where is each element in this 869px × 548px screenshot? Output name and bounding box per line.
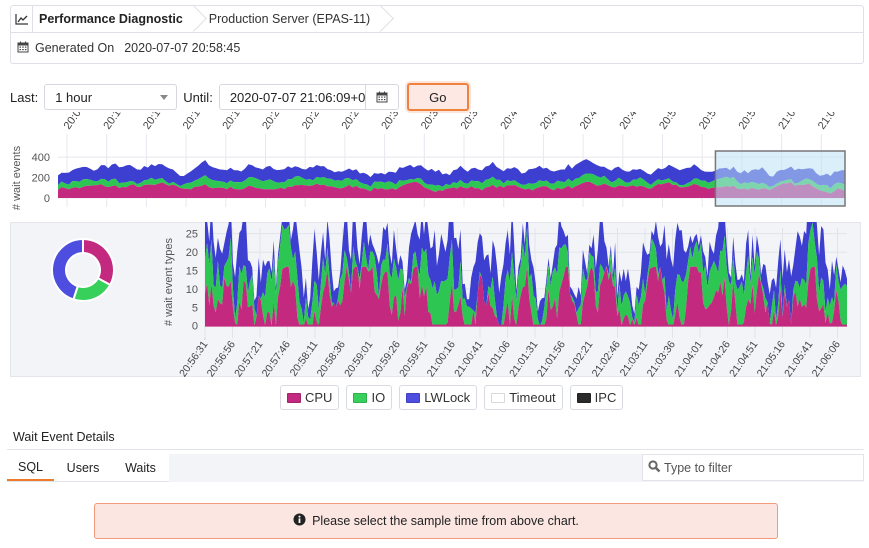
- breadcrumb-item-performance-diagnostic[interactable]: Performance Diagnostic: [33, 6, 197, 32]
- y-tick-label: 10: [186, 284, 198, 296]
- x-tick-label: 20:10: [101, 112, 127, 132]
- x-tick-label: 20:07: [62, 112, 88, 132]
- y-tick-label: 200: [32, 173, 50, 185]
- line-chart-icon: [11, 6, 33, 32]
- overview-chart[interactable]: 0 200 400 20:07 20:10 20:13 20:16 20:19 20:22 20:…: [0, 112, 869, 212]
- x-tick-label: 20:58: [737, 112, 763, 132]
- y-tick-label: 20: [186, 247, 198, 259]
- x-tick-label: 20:52: [657, 112, 683, 132]
- info-icon: [293, 513, 306, 529]
- x-tick-label: 20:28: [340, 112, 366, 132]
- legend-swatch-io: [353, 392, 368, 403]
- x-tick-label: 21:01: [776, 112, 802, 132]
- detail-chart[interactable]: 051015202520:56:3120:56:5620:57:2120:57:…: [155, 222, 861, 377]
- y-tick-label: 15: [186, 265, 198, 277]
- generated-on-row: Generated On 2020-07-07 20:58:45: [11, 33, 863, 63]
- report-header: Performance Diagnostic Production Server…: [10, 5, 864, 64]
- alert-message: Please select the sample time from above…: [312, 514, 579, 528]
- info-alert: Please select the sample time from above…: [94, 503, 778, 539]
- search-icon: [648, 459, 661, 476]
- x-tick-label: 20:34: [419, 112, 445, 132]
- breadcrumb: Performance Diagnostic Production Server…: [11, 6, 863, 33]
- calendar-icon: [376, 91, 388, 103]
- x-tick-label: 20:19: [220, 112, 246, 132]
- filter-placeholder: Type to filter: [664, 460, 733, 475]
- chevron-down-icon: [160, 94, 169, 100]
- legend-swatch-cpu: [287, 392, 301, 403]
- last-duration-select[interactable]: 1 hour: [44, 84, 178, 110]
- calendar-icon: [17, 41, 29, 56]
- legend-item-io[interactable]: IO: [346, 385, 393, 410]
- legend-item-ipc[interactable]: IPC: [569, 385, 624, 410]
- x-tick-label: 20:22: [260, 112, 286, 132]
- calendar-picker-button[interactable]: [364, 85, 398, 109]
- time-controls: Last: 1 hour Until: 2020-07-07 21:06:09+…: [10, 83, 469, 111]
- last-duration-value: 1 hour: [55, 89, 93, 105]
- legend-label: Timeout: [509, 390, 556, 405]
- legend-swatch-ipc: [576, 392, 591, 403]
- tab-users[interactable]: Users: [54, 454, 112, 481]
- x-tick-label: 20:25: [300, 112, 326, 132]
- details-tabs: SQL Users Waits: [7, 454, 169, 482]
- last-label: Last:: [10, 89, 39, 105]
- generated-on-value: 2020-07-07 20:58:45: [124, 41, 241, 55]
- tab-sql[interactable]: SQL: [7, 454, 54, 481]
- x-tick-label: 20:43: [538, 112, 564, 132]
- chart-legend: CPU IO LWLock Timeout IPC: [280, 385, 624, 410]
- breadcrumb-item-server[interactable]: Production Server (EPAS-11): [197, 6, 384, 32]
- legend-swatch-lwlock: [406, 392, 421, 403]
- x-tick-label: 21:04: [816, 112, 842, 132]
- generated-on-label: Generated On: [35, 41, 115, 55]
- y-tick-label: 25: [186, 229, 198, 241]
- x-tick-label: 20:13: [141, 112, 167, 132]
- until-datetime-input[interactable]: 2020-07-07 21:06:09+0: [218, 84, 399, 110]
- y-tick-label: 0: [192, 321, 198, 333]
- go-button[interactable]: Go: [406, 83, 469, 111]
- y-tick-label: 0: [44, 193, 50, 205]
- x-tick-label: 20:55: [697, 112, 723, 132]
- legend-label: LWLock: [424, 390, 471, 405]
- legend-label: IPC: [594, 390, 617, 405]
- filter-input[interactable]: Type to filter: [642, 454, 864, 481]
- legend-item-cpu[interactable]: CPU: [280, 385, 340, 410]
- y-axis-label: # wait event types: [163, 237, 175, 326]
- y-axis-label: # wait events: [11, 145, 23, 210]
- legend-swatch-timeout: [491, 392, 506, 403]
- y-tick-label: 5: [192, 302, 198, 314]
- legend-item-lwlock[interactable]: LWLock: [399, 385, 478, 410]
- y-tick-label: 400: [32, 152, 50, 164]
- legend-label: CPU: [305, 390, 333, 405]
- divider: [7, 449, 864, 450]
- x-tick-label: 20:49: [617, 112, 643, 132]
- until-label: Until:: [183, 89, 213, 105]
- x-tick-label: 21:06:06: [810, 339, 843, 377]
- until-datetime-value[interactable]: 2020-07-07 21:06:09+0: [220, 85, 365, 109]
- wait-type-donut-chart: [51, 237, 115, 302]
- selection-brush: [714, 150, 846, 207]
- x-tick-label: 20:31: [379, 112, 405, 132]
- legend-item-timeout[interactable]: Timeout: [484, 385, 563, 410]
- x-tick-label: 20:40: [498, 112, 524, 132]
- x-tick-label: 20:16: [181, 112, 207, 132]
- x-tick-label: 20:46: [578, 112, 604, 132]
- legend-label: IO: [371, 390, 386, 405]
- donut-slice-io: [72, 276, 112, 302]
- tab-waits[interactable]: Waits: [112, 454, 169, 481]
- wait-event-details-title: Wait Event Details: [13, 430, 115, 444]
- x-tick-label: 20:37: [459, 112, 485, 132]
